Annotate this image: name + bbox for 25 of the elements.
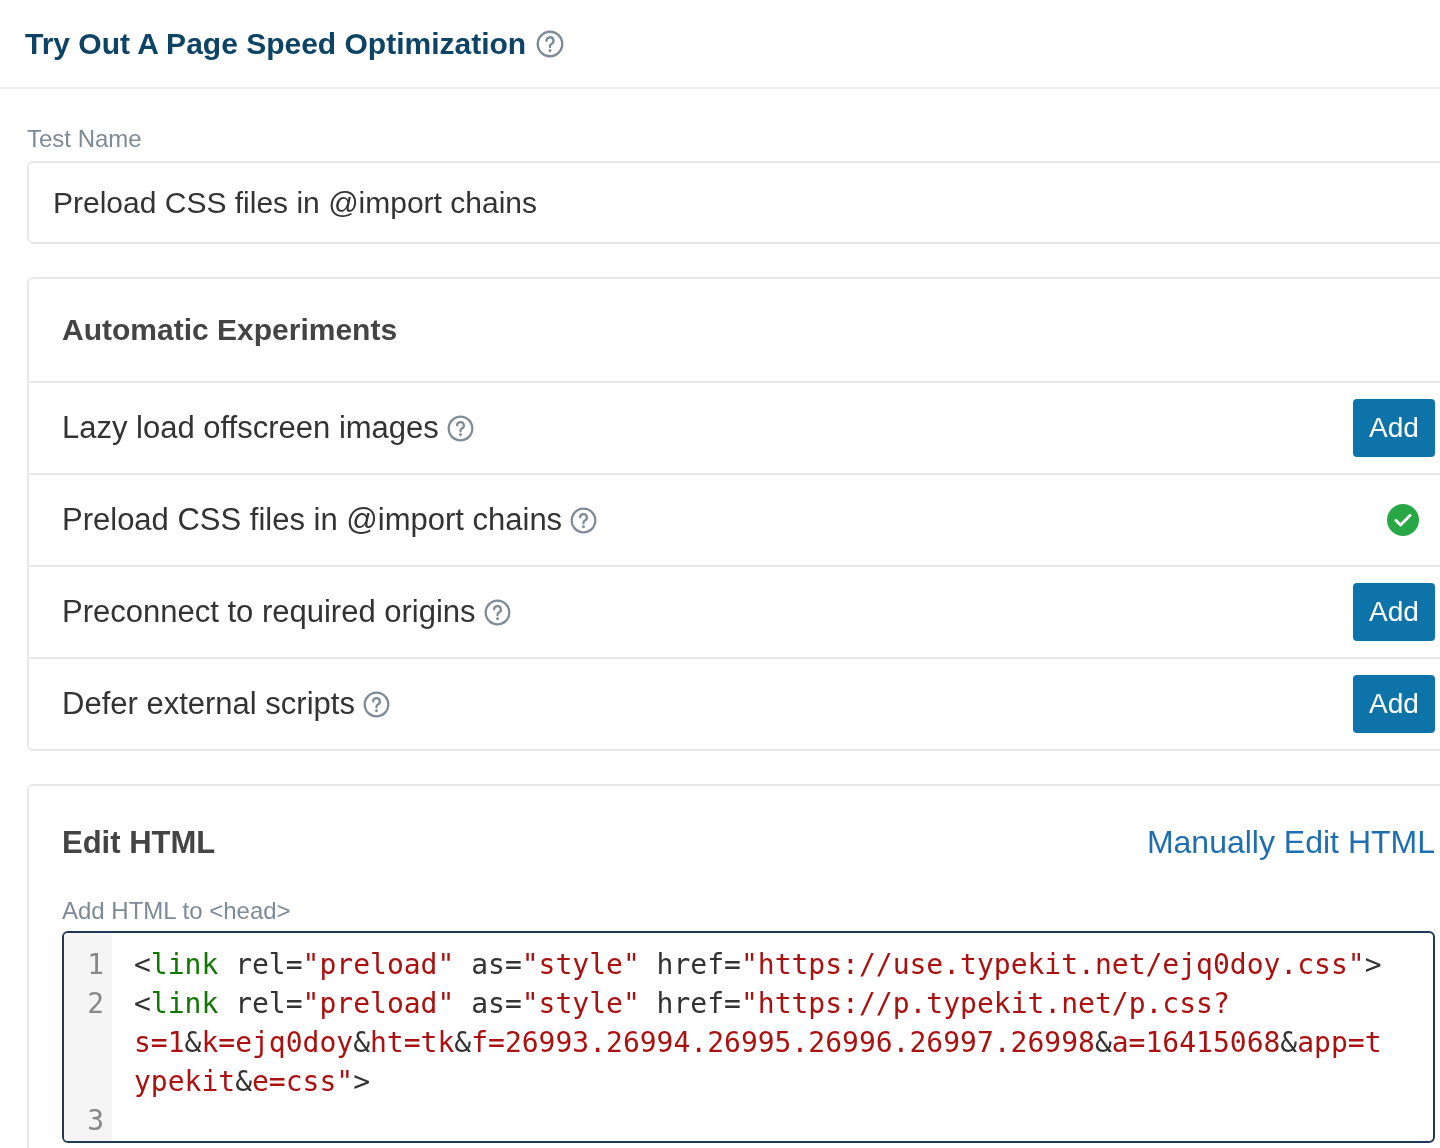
line-number: 3: [87, 1104, 104, 1137]
add-button[interactable]: Add: [1353, 399, 1435, 457]
line-number: 1: [87, 948, 104, 981]
card-title: Edit HTML: [62, 824, 216, 861]
page-title: Try Out A Page Speed Optimization: [25, 26, 527, 61]
experiment-label: Lazy load offscreen images: [62, 410, 439, 446]
code-line: <link rel="preload" as="style" href="https://use.typekit.net/ejq0doy.css">: [133, 947, 1383, 983]
help-icon[interactable]: [570, 506, 598, 534]
editor-label: Add HTML to <head>: [62, 897, 292, 925]
experiment-label: Defer external scripts: [62, 686, 355, 722]
help-icon[interactable]: [446, 414, 474, 442]
add-button[interactable]: Add: [1353, 583, 1435, 641]
code-line: <link rel="preload" as="style" href="https://p.typekit.net/p.css?s=1&k=ejq0doy&ht=tk&f=26993.26994.26995.26996.26997.26998&a=16415068&app=typekit&e=css">: [133, 986, 1383, 1100]
experiment-label: Preload CSS files in @import chains: [62, 502, 563, 538]
field-label: Test Name: [27, 125, 143, 153]
manual-edit-link[interactable]: Manually Edit HTML: [1146, 824, 1435, 861]
help-icon[interactable]: [483, 598, 511, 626]
add-button[interactable]: Add: [1353, 675, 1435, 733]
help-icon[interactable]: [536, 29, 565, 58]
test-name-field[interactable]: Preload CSS files in @import chains: [27, 161, 1440, 244]
line-number: 2: [87, 987, 104, 1020]
card-title: Automatic Experiments: [29, 279, 1440, 383]
experiment-label: Preconnect to required origins: [62, 594, 476, 630]
code-editor[interactable]: [62, 931, 1435, 1143]
help-icon[interactable]: [362, 690, 390, 718]
